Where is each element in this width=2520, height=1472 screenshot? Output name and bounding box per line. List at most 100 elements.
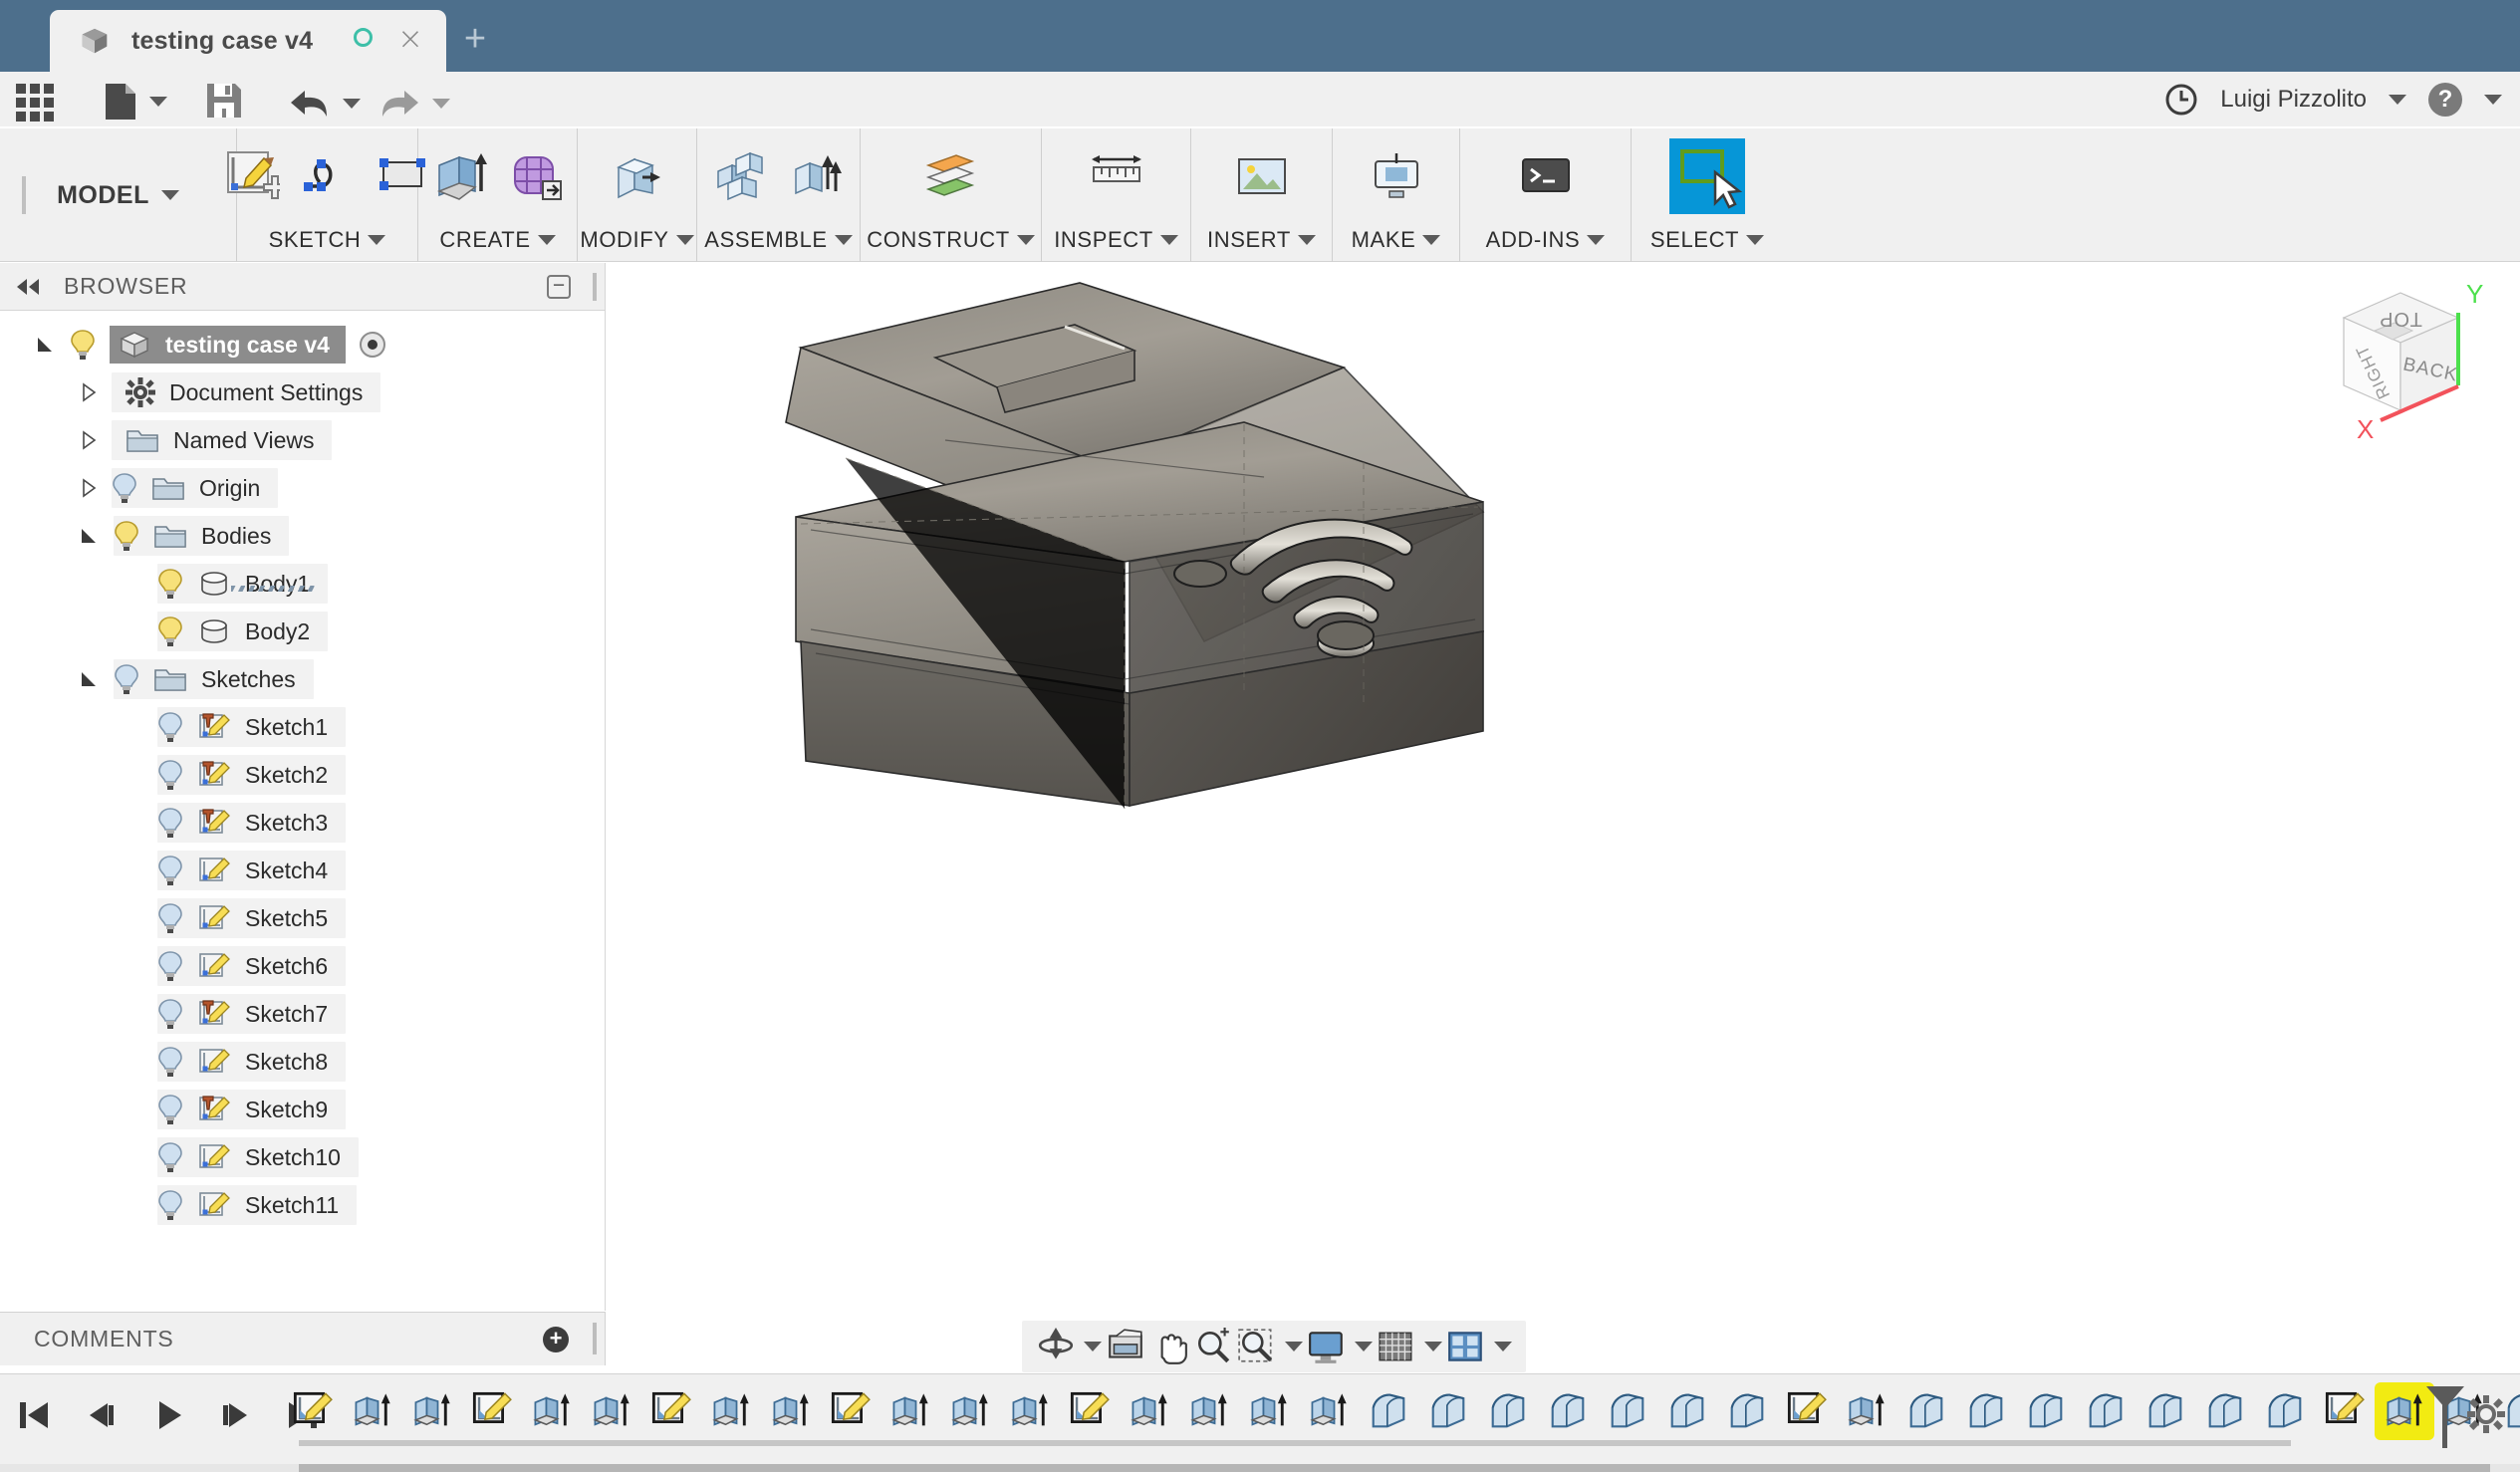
chevron-down-icon[interactable] (1084, 1342, 1102, 1351)
timeline-feature[interactable] (881, 1382, 940, 1440)
workspace-switcher[interactable]: MODEL (0, 128, 237, 262)
tree-item-content[interactable]: Body2 (157, 612, 328, 651)
timeline-feature[interactable] (1120, 1382, 1179, 1440)
timeline-marker-icon[interactable] (2422, 1384, 2468, 1450)
clock-history-icon[interactable] (2164, 83, 2198, 117)
tree-item-bodies[interactable]: Bodies (0, 512, 605, 560)
press-pull-button[interactable] (600, 138, 675, 214)
light-bulb-off-icon[interactable] (157, 1094, 183, 1125)
tree-item-content[interactable]: Sketch8 (157, 1042, 346, 1082)
tree-item-content[interactable]: Bodies (114, 516, 289, 556)
model-view[interactable] (607, 263, 2520, 1311)
light-bulb-off-icon[interactable] (157, 950, 183, 982)
tree-item-content[interactable]: Sketch1 (157, 707, 346, 747)
tree-item-sketch1[interactable]: Sketch1 (0, 703, 605, 751)
ribbon-panel-addins-label[interactable]: ADD-INS (1486, 220, 1606, 260)
timeline-feature[interactable] (1598, 1382, 1657, 1440)
light-bulb-off-icon[interactable] (157, 998, 183, 1030)
joint-button[interactable] (779, 138, 855, 214)
timeline-feature[interactable] (2315, 1382, 2375, 1440)
ribbon-panel-inspect-label[interactable]: INSPECT (1054, 220, 1178, 260)
tree-item-origin[interactable]: Origin (0, 464, 605, 512)
play-icon[interactable] (149, 1397, 187, 1433)
timeline-feature[interactable] (1896, 1382, 1956, 1440)
timeline-feature[interactable] (761, 1382, 821, 1440)
comments-panel[interactable]: COMMENTS + (0, 1312, 606, 1365)
timeline-feature[interactable] (582, 1382, 641, 1440)
chevron-down-icon[interactable] (2389, 95, 2406, 105)
redo-button[interactable] (378, 84, 450, 123)
ribbon-panel-sketch-label[interactable]: SKETCH (269, 220, 386, 260)
ribbon-panel-assemble-label[interactable]: ASSEMBLE (704, 220, 852, 260)
3d-print-button[interactable] (1359, 138, 1434, 214)
chevron-down-icon[interactable] (1285, 1342, 1303, 1351)
look-at-button[interactable] (1106, 1328, 1145, 1365)
grid-snaps-button[interactable] (1377, 1328, 1442, 1365)
account-name[interactable]: Luigi Pizzolito (2220, 86, 2367, 114)
activate-component-radio[interactable] (360, 332, 385, 358)
3d-canvas[interactable]: TOP RIGHT BACK Y X (607, 263, 2520, 1311)
zoom-button[interactable] (1193, 1328, 1233, 1365)
tree-item-content[interactable]: Sketches (114, 659, 314, 699)
light-bulb-off-icon[interactable] (157, 759, 183, 791)
ribbon-panel-select-label[interactable]: SELECT (1650, 220, 1764, 260)
timeline-feature[interactable] (1717, 1382, 1777, 1440)
plus-circle-icon[interactable]: + (543, 1327, 569, 1352)
ribbon-panel-insert-label[interactable]: INSERT (1207, 220, 1316, 260)
tree-item-content[interactable]: Sketch11 (157, 1185, 357, 1225)
chevron-down-icon[interactable] (1494, 1342, 1512, 1351)
ribbon-panel-make-label[interactable]: MAKE (1352, 220, 1441, 260)
light-bulb-off-icon[interactable] (112, 472, 137, 504)
tree-item-content[interactable]: Origin (112, 468, 278, 508)
timeline-feature[interactable] (1777, 1382, 1837, 1440)
tree-item-sketch10[interactable]: Sketch10 (0, 1133, 605, 1181)
light-bulb-off-icon[interactable] (157, 855, 183, 886)
tree-item-content[interactable]: Sketch3 (157, 803, 346, 843)
step-forward-icon[interactable] (215, 1397, 255, 1433)
offset-plane-button[interactable] (913, 138, 989, 214)
undo-button[interactable] (289, 84, 361, 123)
timeline-feature[interactable] (283, 1382, 343, 1440)
light-bulb-off-icon[interactable] (114, 663, 139, 695)
tree-item-document-settings[interactable]: Document Settings (0, 368, 605, 416)
ribbon-panel-create-label[interactable]: CREATE (439, 220, 555, 260)
tree-item-content[interactable]: Sketch2 (157, 755, 346, 795)
tree-item-content[interactable]: Sketch6 (157, 946, 346, 986)
select-window-button[interactable] (1669, 138, 1745, 214)
timeline-feature[interactable] (2195, 1382, 2255, 1440)
expand-arrow-icon[interactable] (80, 382, 98, 402)
tree-item-sketch7[interactable]: Sketch7 (0, 990, 605, 1038)
light-bulb-off-icon[interactable] (157, 1141, 183, 1173)
timeline-feature[interactable] (2255, 1382, 2315, 1440)
collapse-arrow-icon[interactable] (80, 526, 100, 546)
save-button[interactable] (205, 82, 243, 122)
timeline-feature[interactable] (1657, 1382, 1717, 1440)
timeline-feature[interactable] (522, 1382, 582, 1440)
display-settings-button[interactable] (1307, 1328, 1373, 1365)
light-bulb-on-icon[interactable] (157, 568, 183, 600)
collapse-arrow-icon[interactable] (80, 669, 100, 689)
tree-item-content[interactable]: Body1 (157, 564, 328, 604)
close-icon[interactable]: × (394, 24, 426, 56)
timeline-feature[interactable] (462, 1382, 522, 1440)
browser-resize-handle[interactable] (593, 273, 597, 301)
orbit-button[interactable] (1036, 1328, 1102, 1365)
tree-item-sketch4[interactable]: Sketch4 (0, 847, 605, 894)
timeline-feature[interactable] (1538, 1382, 1598, 1440)
tree-item-content[interactable]: Sketch9 (157, 1090, 346, 1129)
light-bulb-off-icon[interactable] (157, 1046, 183, 1078)
tree-item-sketch2[interactable]: Sketch2 (0, 751, 605, 799)
tree-item-content[interactable]: Sketch7 (157, 994, 346, 1034)
timeline-feature[interactable] (2016, 1382, 2076, 1440)
step-back-icon[interactable] (82, 1397, 122, 1433)
timeline-feature[interactable] (1299, 1382, 1359, 1440)
tree-item-sketch3[interactable]: Sketch3 (0, 799, 605, 847)
tree-item-content[interactable]: testing case v4 (70, 325, 403, 365)
timeline-feature[interactable] (940, 1382, 1000, 1440)
light-bulb-on-icon[interactable] (114, 520, 139, 552)
file-menu-button[interactable] (104, 82, 167, 122)
create-mesh-button[interactable] (498, 138, 574, 214)
chevron-down-icon[interactable] (1424, 1342, 1442, 1351)
timeline-feature[interactable] (1000, 1382, 1060, 1440)
chevron-down-icon[interactable] (2484, 95, 2502, 105)
